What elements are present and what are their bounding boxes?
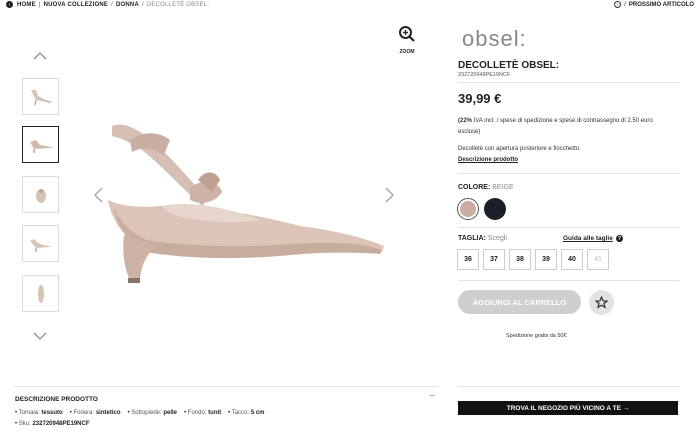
product-short-description: Decolletè con apertura posteriore e fioc… bbox=[458, 146, 581, 152]
size-option[interactable]: 40 bbox=[561, 249, 583, 270]
breadcrumb-nuova-collezione[interactable]: NUOVA COLLEZIONE bbox=[44, 2, 109, 8]
chevron-right-icon: › bbox=[614, 1, 622, 8]
size-option[interactable]: 37 bbox=[483, 249, 505, 270]
attribute-item: • Tomaia: tessuto bbox=[15, 410, 63, 416]
next-article-link[interactable]: › / PROSSIMO ARTICOLO bbox=[614, 1, 694, 8]
color-swatch-dark[interactable] bbox=[484, 198, 506, 220]
divider bbox=[458, 173, 679, 174]
size-guide-link[interactable]: Guida alle taglie? bbox=[563, 235, 623, 242]
thumbnail-1[interactable] bbox=[22, 78, 59, 115]
color-label: COLORE: BEIGE bbox=[458, 184, 514, 191]
details-attributes: • Tomaia: tessuto • Fodera: sintetico • … bbox=[15, 410, 265, 416]
gallery-next-arrow-icon[interactable] bbox=[384, 186, 396, 209]
zoom-icon bbox=[399, 26, 415, 42]
zoom-label: ZOOM bbox=[399, 49, 415, 55]
divider bbox=[458, 227, 679, 228]
details-toggle[interactable]: – bbox=[430, 391, 434, 400]
details-title: DESCRIZIONE PRODOTTO bbox=[15, 396, 98, 403]
attribute-item: • Fondo: tunit bbox=[184, 410, 222, 416]
product-name: DECOLLETÈ OBSEL: bbox=[458, 60, 560, 71]
shipping-note: Spedizione gratis da 50€ bbox=[506, 333, 567, 339]
product-sku: 232720948PE19NCF bbox=[458, 72, 511, 78]
details-sku: • Sku: 232720948PE19NCF bbox=[15, 421, 90, 427]
find-store-button[interactable]: TROVA IL NEGOZIO PIÙ VICINO A TE → bbox=[458, 401, 678, 415]
add-to-cart-button[interactable]: AGGIUNGI AL CARRELLO bbox=[458, 290, 581, 314]
size-option-unavailable: 41 bbox=[587, 249, 609, 270]
thumbnail-2[interactable] bbox=[22, 126, 59, 163]
attribute-item: • Tacco: 5 cm bbox=[228, 410, 265, 416]
color-swatch-beige[interactable] bbox=[457, 198, 479, 220]
star-icon bbox=[595, 296, 608, 309]
divider bbox=[458, 280, 679, 281]
breadcrumb-home[interactable]: HOME bbox=[17, 2, 36, 8]
description-link[interactable]: Descrizione prodotto bbox=[458, 157, 518, 163]
divider bbox=[458, 82, 679, 83]
divider bbox=[458, 386, 679, 387]
size-option[interactable]: 39 bbox=[535, 249, 557, 270]
thumb-down-arrow-icon[interactable] bbox=[31, 330, 49, 342]
next-article-label: PROSSIMO ARTICOLO bbox=[628, 1, 694, 8]
gallery-prev-arrow-icon[interactable] bbox=[92, 186, 104, 209]
breadcrumb-current: DECOLLETÈ OBSEL: bbox=[146, 1, 210, 8]
size-option[interactable]: 36 bbox=[457, 249, 479, 270]
size-label: TAGLIA: Scegli bbox=[458, 235, 507, 242]
wishlist-button[interactable] bbox=[589, 290, 614, 315]
thumbnail-4[interactable] bbox=[22, 225, 59, 262]
thumbnail-3[interactable] bbox=[22, 176, 59, 213]
divider bbox=[14, 386, 438, 387]
product-price: 39,99 € bbox=[458, 91, 502, 106]
main-product-image[interactable] bbox=[90, 30, 418, 360]
vat-note: (22% IVA incl. / spese di spedizione e s… bbox=[458, 118, 653, 135]
attribute-item: • Fodera: sintetico bbox=[69, 410, 121, 416]
size-selector: 36 37 38 39 40 41 bbox=[457, 249, 609, 270]
brand-logo: obsel: bbox=[462, 26, 527, 51]
attribute-item: • Sottopiede: pelle bbox=[127, 410, 178, 416]
thumbnail-5[interactable] bbox=[22, 275, 59, 312]
size-option[interactable]: 38 bbox=[509, 249, 531, 270]
breadcrumb: ‹ HOME | NUOVA COLLEZIONE / DONNA / DECO… bbox=[6, 1, 209, 8]
zoom-button[interactable]: ZOOM bbox=[396, 25, 418, 55]
thumb-up-arrow-icon[interactable] bbox=[31, 50, 49, 62]
info-icon: ? bbox=[615, 235, 623, 242]
back-icon[interactable]: ‹ bbox=[6, 1, 13, 8]
breadcrumb-donna[interactable]: DONNA bbox=[116, 2, 139, 8]
